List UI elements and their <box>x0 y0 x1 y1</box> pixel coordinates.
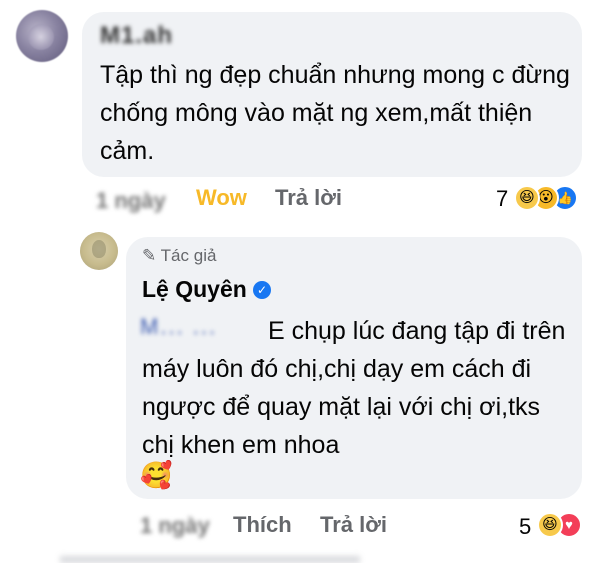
author-badge: ✎ Tác giả <box>142 246 216 266</box>
smiling-hearts-emoji: 🥰 <box>140 460 173 490</box>
comment-text: Tập thì ng đẹp chuẩn nhưng mong c đừng c… <box>100 61 570 165</box>
author-avatar[interactable] <box>80 232 118 270</box>
pencil-icon: ✎ <box>142 246 157 265</box>
reaction-count[interactable]: 7 <box>496 186 508 212</box>
comment-author-name[interactable]: M1.ah <box>100 22 173 50</box>
reply-button[interactable]: Trả lời <box>320 512 387 538</box>
commenter-avatar[interactable] <box>16 10 68 62</box>
reply-text: E chụp lúc đang tập đi trên máy luôn đó … <box>142 317 566 459</box>
next-comment-edge <box>60 556 360 563</box>
reaction-count[interactable]: 5 <box>519 514 531 540</box>
comment-timestamp[interactable]: 1 ngày <box>96 188 166 214</box>
author-badge-label: Tác giả <box>160 246 217 265</box>
reply-button[interactable]: Trả lời <box>275 185 342 211</box>
verified-badge-icon: ✓ <box>253 281 271 299</box>
reaction-wow-button[interactable]: Wow <box>196 185 247 211</box>
haha-reaction-icon: 😆 <box>514 185 540 211</box>
reply-timestamp[interactable]: 1 ngày <box>140 513 210 539</box>
like-button[interactable]: Thích <box>233 512 292 538</box>
reply-author-name[interactable]: Lệ Quyên <box>142 276 247 303</box>
haha-reaction-icon: 😆 <box>537 512 563 538</box>
